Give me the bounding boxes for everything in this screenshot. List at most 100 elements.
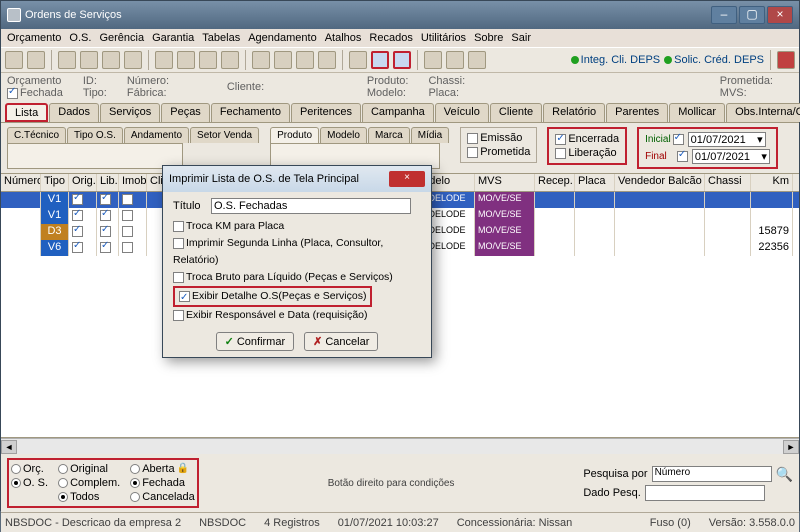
toolbar-btn-1[interactable] [5, 51, 23, 69]
col-imob[interactable]: Imob. [119, 174, 147, 191]
toolbar-btn-15[interactable] [424, 51, 442, 69]
pesquisa-select[interactable]: Número [652, 466, 772, 482]
print-option[interactable]: Imprimir Segunda Linha (Placa, Consultor… [173, 235, 421, 269]
subtab-andamento[interactable]: Andamento [124, 127, 189, 143]
tab-mollicar[interactable]: Mollicar [669, 103, 725, 122]
menu-sair[interactable]: Sair [511, 32, 531, 44]
dado-input[interactable] [645, 485, 765, 501]
toolbar-btn-exit[interactable] [777, 51, 795, 69]
menu-gerencia[interactable]: Gerência [99, 32, 144, 44]
final-checkbox[interactable] [677, 151, 688, 162]
tab-servicos[interactable]: Serviços [100, 103, 160, 122]
tab-campanha[interactable]: Campanha [362, 103, 434, 122]
col-vendedor[interactable]: Vendedor Balcão [615, 174, 705, 191]
toolbar-btn-print[interactable] [349, 51, 367, 69]
cancel-button[interactable]: ✗Cancelar [304, 332, 378, 351]
toolbar-btn-13[interactable] [296, 51, 314, 69]
print-option[interactable]: Troca Bruto para Líquido (Peças e Serviç… [173, 269, 421, 286]
col-tipo[interactable]: Tipo [41, 174, 69, 191]
radio-complem[interactable] [58, 478, 68, 488]
toolbar-btn-highlighted-2[interactable] [393, 51, 411, 69]
toolbar-btn-10[interactable] [221, 51, 239, 69]
encerrada-checkbox[interactable] [555, 134, 566, 145]
toolbar-btn-11[interactable] [252, 51, 270, 69]
col-numero[interactable]: Número [1, 174, 41, 191]
col-orig[interactable]: Orig. [69, 174, 97, 191]
radio-original[interactable] [58, 464, 68, 474]
liberacao-checkbox[interactable] [555, 148, 566, 159]
col-recep[interactable]: Recep. [535, 174, 575, 191]
toolbar-btn-5[interactable] [102, 51, 120, 69]
pesquisa-label: Pesquisa por [583, 468, 647, 480]
toolbar-btn-3[interactable] [58, 51, 76, 69]
titulo-input[interactable] [211, 198, 411, 214]
col-lib[interactable]: Lib. [97, 174, 119, 191]
print-option[interactable]: Troca KM para Placa [173, 218, 421, 235]
maximize-button[interactable]: ▢ [739, 6, 765, 24]
toolbar-btn-4[interactable] [80, 51, 98, 69]
radio-fechada[interactable] [130, 478, 140, 488]
link-solic-deps[interactable]: Solic. Créd. DEPS [664, 54, 764, 66]
menu-utilitarios[interactable]: Utilitários [421, 32, 466, 44]
toolbar-btn-2[interactable] [27, 51, 45, 69]
toolbar-btn-16[interactable] [446, 51, 464, 69]
menu-recados[interactable]: Recados [369, 32, 412, 44]
menu-tabelas[interactable]: Tabelas [202, 32, 240, 44]
radio-os[interactable] [11, 478, 21, 488]
menu-os[interactable]: O.S. [69, 32, 91, 44]
toolbar-btn-highlighted-1[interactable] [371, 51, 389, 69]
menu-orcamento[interactable]: Orçamento [7, 32, 61, 44]
subtab-ctecnico[interactable]: C.Técnico [7, 127, 66, 143]
binoculars-icon[interactable]: 🔍 [776, 466, 793, 483]
menu-sobre[interactable]: Sobre [474, 32, 503, 44]
print-option[interactable]: Exibir Detalhe O.S(Peças e Serviços) [173, 286, 372, 307]
radio-orc[interactable] [11, 464, 21, 474]
tab-peritences[interactable]: Peritences [291, 103, 361, 122]
tab-pecas[interactable]: Peças [161, 103, 210, 122]
col-km[interactable]: Km [751, 174, 793, 191]
col-mvs[interactable]: MVS [475, 174, 535, 191]
tab-fechamento[interactable]: Fechamento [211, 103, 290, 122]
link-integ-deps[interactable]: Integ. Cli. DEPS [571, 54, 660, 66]
subtab-modelo[interactable]: Modelo [320, 127, 367, 143]
col-placa[interactable]: Placa [575, 174, 615, 191]
subtab-marca[interactable]: Marca [368, 127, 410, 143]
confirm-button[interactable]: ✓Confirmar [216, 332, 295, 351]
close-button[interactable]: × [767, 6, 793, 24]
prometida-checkbox[interactable] [467, 147, 478, 158]
final-date[interactable]: 01/07/2021▾ [692, 149, 770, 164]
toolbar-btn-17[interactable] [468, 51, 486, 69]
inicial-date[interactable]: 01/07/2021▾ [688, 132, 766, 147]
toolbar-btn-12[interactable] [274, 51, 292, 69]
tab-cliente[interactable]: Cliente [490, 103, 542, 122]
dialog-close-button[interactable]: × [389, 171, 425, 187]
tab-obs[interactable]: Obs.Interna/CRM [726, 103, 800, 122]
fechada-checkbox[interactable] [7, 88, 18, 99]
emissao-checkbox[interactable] [467, 133, 478, 144]
menu-garantia[interactable]: Garantia [152, 32, 194, 44]
tab-dados[interactable]: Dados [49, 103, 99, 122]
radio-aberta[interactable] [130, 464, 140, 474]
tab-lista[interactable]: Lista [5, 103, 48, 122]
toolbar-btn-9[interactable] [199, 51, 217, 69]
menu-atalhos[interactable]: Atalhos [325, 32, 362, 44]
toolbar-btn-14[interactable] [318, 51, 336, 69]
subtab-midia[interactable]: Mídia [411, 127, 449, 143]
subtab-produto[interactable]: Produto [270, 127, 319, 143]
radio-todos[interactable] [58, 492, 68, 502]
inicial-checkbox[interactable] [673, 134, 684, 145]
tab-parentes[interactable]: Parentes [606, 103, 668, 122]
toolbar-btn-8[interactable] [177, 51, 195, 69]
col-chassi[interactable]: Chassi [705, 174, 751, 191]
minimize-button[interactable]: – [711, 6, 737, 24]
print-option[interactable]: Exibir Responsável e Data (requisição) [173, 307, 421, 324]
tab-veiculo[interactable]: Veículo [435, 103, 489, 122]
menu-agendamento[interactable]: Agendamento [248, 32, 317, 44]
tab-relatorio[interactable]: Relatório [543, 103, 605, 122]
toolbar-btn-7[interactable] [155, 51, 173, 69]
radio-cancelada[interactable] [130, 492, 140, 502]
subtab-tipoos[interactable]: Tipo O.S. [67, 127, 123, 143]
horizontal-scrollbar[interactable]: ◄► [1, 438, 799, 454]
subtab-setorvenda[interactable]: Setor Venda [190, 127, 259, 143]
toolbar-btn-6[interactable] [124, 51, 142, 69]
